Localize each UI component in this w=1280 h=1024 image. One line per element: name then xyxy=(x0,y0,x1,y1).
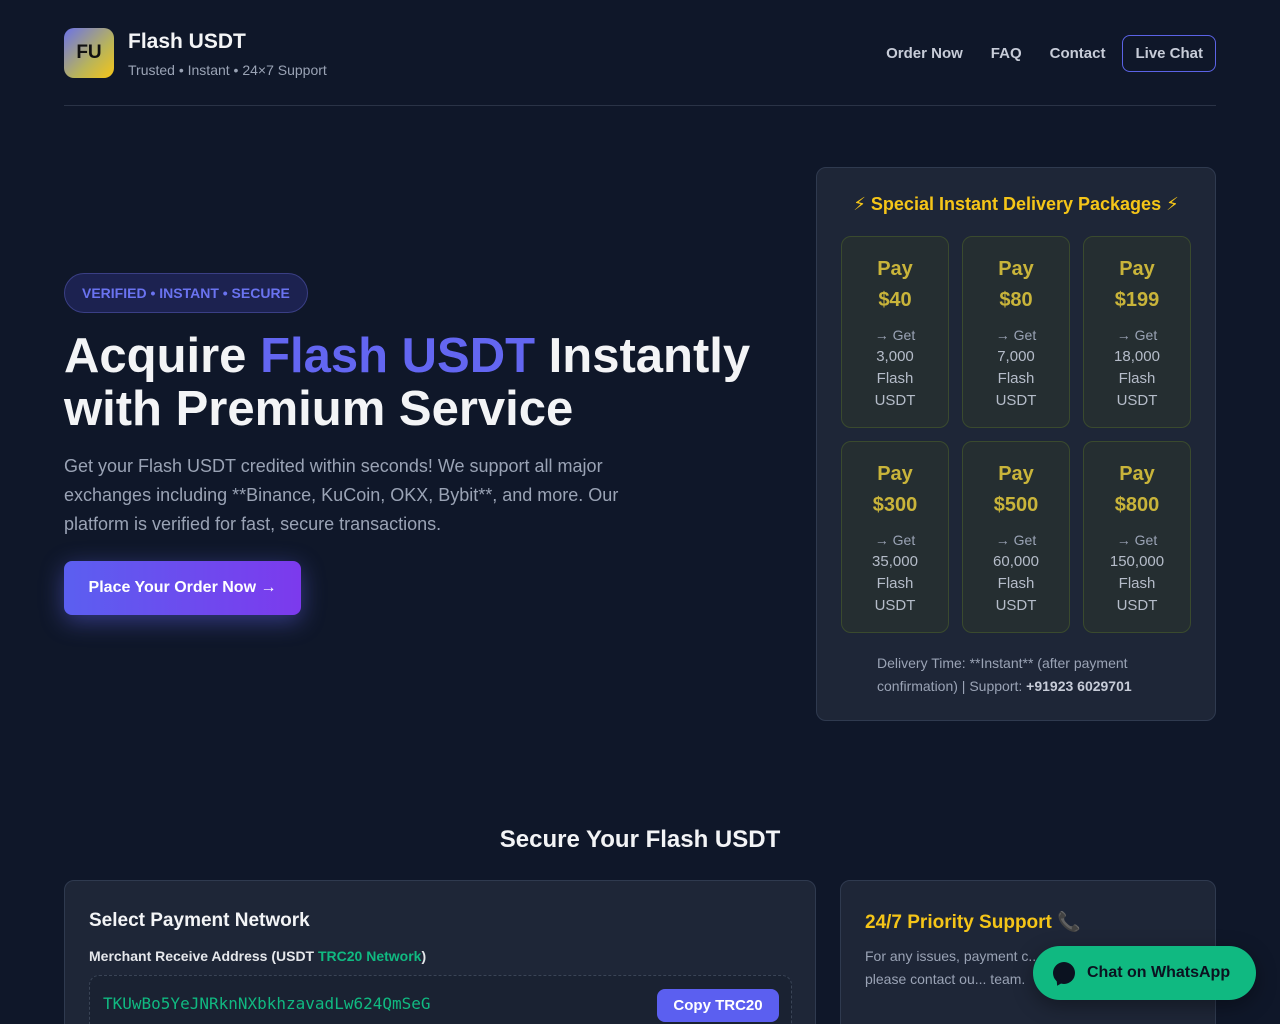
package-amount: 7,000 xyxy=(997,348,1035,365)
whatsapp-label: Chat on WhatsApp xyxy=(1087,964,1231,981)
package-item[interactable]: Pay $80 → Get 7,000 Flash USDT xyxy=(962,236,1070,428)
hero-title: Acquire Flash USDT Instantly with Premiu… xyxy=(64,329,751,436)
package-item[interactable]: Pay $800 → Get 150,000 Flash USDT xyxy=(1083,441,1191,633)
main-nav: Order Now FAQ Contact Live Chat xyxy=(858,35,1216,72)
brand-title: Flash USDT xyxy=(128,30,246,53)
nav-faq[interactable]: FAQ xyxy=(991,45,1022,62)
merchant-address[interactable]: TKUwBo5YeJNRknNXbkhzavadLw624QmSeG xyxy=(103,994,431,1013)
payment-network-title: Select Payment Network xyxy=(89,910,310,931)
package-amount: 150,000 xyxy=(1109,553,1165,570)
section-title: Secure Your Flash USDT xyxy=(499,826,781,853)
support-title: 24/7 Priority Support 📞 xyxy=(865,912,1081,933)
nav-order-now[interactable]: Order Now xyxy=(886,45,963,62)
live-chat-button[interactable]: Live Chat xyxy=(1122,35,1216,72)
nav-contact[interactable]: Contact xyxy=(1050,45,1106,62)
package-item[interactable]: Pay $40 → Get 3,000 Flash USDT xyxy=(841,236,949,428)
package-item[interactable]: Pay $199 → Get 18,000 Flash USDT xyxy=(1083,236,1191,428)
logo[interactable]: FU xyxy=(64,28,114,78)
package-price: $40 xyxy=(878,289,912,311)
support-phone[interactable]: +91923 6029701 xyxy=(1026,678,1132,694)
package-item[interactable]: Pay $500 → Get 60,000 Flash USDT xyxy=(962,441,1070,633)
delivery-info: Delivery Time: **Instant** (after paymen… xyxy=(877,655,1132,694)
package-amount: 3,000 xyxy=(876,348,914,365)
package-price: $80 xyxy=(999,289,1033,311)
site-header: FU Flash USDT Trusted • Instant • 24×7 S… xyxy=(64,28,1216,106)
packages-card: ⚡ Special Instant Delivery Packages ⚡ Pa… xyxy=(816,167,1216,721)
address-box: TKUwBo5YeJNRknNXbkhzavadLw624QmSeG Copy … xyxy=(89,975,792,1024)
copy-trc20-button[interactable]: Copy TRC20 xyxy=(657,989,779,1022)
package-amount: 18,000 xyxy=(1114,348,1160,365)
packages-grid: Pay $40 → Get 3,000 Flash USDT Pay $80 →… xyxy=(841,236,1191,633)
brand-subtitle: Trusted • Instant • 24×7 Support xyxy=(128,62,327,78)
payment-network-card: Select Payment Network Merchant Receive … xyxy=(64,880,816,1024)
verified-badge: VERIFIED • INSTANT • SECURE xyxy=(64,273,308,313)
chat-bubble-icon xyxy=(1053,962,1075,984)
package-amount: 60,000 xyxy=(993,553,1039,570)
package-price: $500 xyxy=(993,494,1039,516)
hero-description: Get your Flash USDT credited within seco… xyxy=(64,456,619,534)
merchant-address-label: Merchant Receive Address (USDT TRC20 Net… xyxy=(89,948,427,964)
package-price: $300 xyxy=(872,494,918,516)
hero-title-highlight: Flash USDT xyxy=(260,329,536,383)
packages-title: ⚡ Special Instant Delivery Packages ⚡ xyxy=(853,194,1179,214)
place-order-button[interactable]: Place Your Order Now → xyxy=(64,561,301,615)
package-amount: 35,000 xyxy=(872,553,918,570)
package-item[interactable]: Pay $300 → Get 35,000 Flash USDT xyxy=(841,441,949,633)
whatsapp-button[interactable]: Chat on WhatsApp xyxy=(1033,946,1256,1000)
package-price: $800 xyxy=(1114,494,1160,516)
phone-icon: 📞 xyxy=(1057,912,1081,933)
package-price: $199 xyxy=(1114,289,1160,311)
